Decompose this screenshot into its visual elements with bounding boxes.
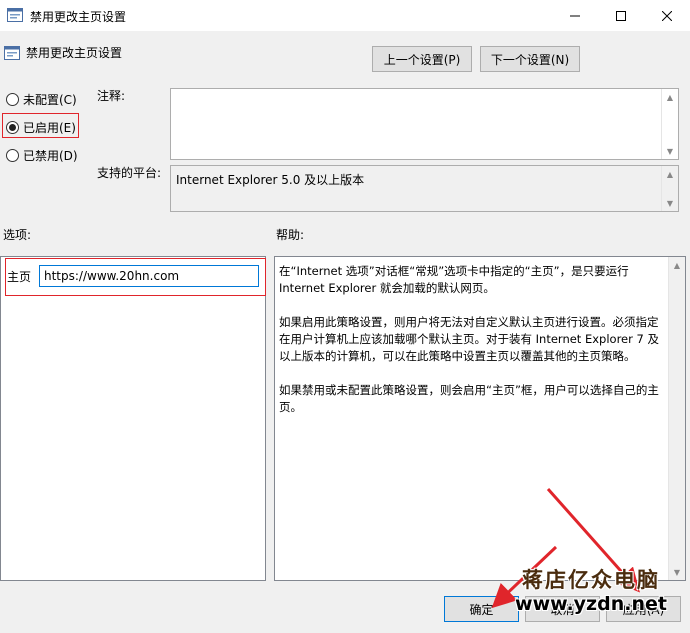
scroll-up-icon[interactable]: ▲	[662, 166, 678, 182]
radio-circle-selected[interactable]	[6, 120, 19, 134]
cancel-button[interactable]: 取消	[525, 596, 600, 622]
close-button[interactable]	[644, 0, 690, 31]
help-scrollbar[interactable]: ▲ ▼	[668, 257, 685, 580]
home-page-highlight-box	[5, 258, 266, 296]
scroll-down-icon[interactable]: ▼	[662, 143, 678, 159]
close-icon	[662, 10, 672, 21]
next-setting-button[interactable]: 下一个设置(N)	[480, 46, 580, 72]
radio-circle[interactable]	[6, 92, 19, 106]
minimize-icon	[570, 15, 580, 16]
ok-button[interactable]: 确定	[444, 596, 519, 622]
radio-disabled[interactable]: 已禁用(D)	[6, 145, 78, 165]
setting-title: 禁用更改主页设置	[26, 46, 123, 60]
help-paragraph: 在“Internet 选项”对话框“常规”选项卡中指定的“主页”，是只要运行 I…	[279, 264, 629, 295]
radio-enabled[interactable]: 已启用(E)	[6, 117, 76, 137]
radio-label: 已启用(E)	[23, 120, 76, 135]
platform-scrollbar[interactable]: ▲ ▼	[661, 166, 678, 211]
options-label: 选项:	[3, 228, 32, 242]
scroll-up-icon[interactable]: ▲	[669, 257, 685, 273]
scroll-down-icon[interactable]: ▼	[669, 564, 685, 580]
help-text: 在“Internet 选项”对话框“常规”选项卡中指定的“主页”，是只要运行 I…	[279, 263, 665, 433]
previous-setting-button[interactable]: 上一个设置(P)	[372, 46, 472, 72]
maximize-button[interactable]	[598, 0, 644, 31]
platform-label: 支持的平台:	[97, 166, 162, 180]
radio-circle[interactable]	[6, 148, 19, 162]
comment-textarea[interactable]: ▲ ▼	[170, 88, 679, 160]
maximize-icon	[616, 10, 626, 21]
help-pane: 在“Internet 选项”对话框“常规”选项卡中指定的“主页”，是只要运行 I…	[274, 256, 686, 581]
window-title: 禁用更改主页设置	[30, 10, 127, 24]
platform-field: Internet Explorer 5.0 及以上版本 ▲ ▼	[170, 165, 679, 212]
comment-label: 注释:	[97, 89, 126, 103]
minimize-button[interactable]	[552, 0, 598, 31]
radio-label: 已禁用(D)	[23, 148, 78, 163]
platform-value: Internet Explorer 5.0 及以上版本	[176, 173, 365, 187]
radio-label: 未配置(C)	[23, 92, 77, 107]
comment-scrollbar[interactable]: ▲ ▼	[661, 89, 678, 159]
options-pane	[0, 256, 266, 581]
scroll-up-icon[interactable]: ▲	[662, 89, 678, 105]
help-paragraph: 如果禁用或未配置此策略设置，则会启用“主页”框，用户可以选择自己的主页。	[279, 383, 659, 414]
radio-not-configured[interactable]: 未配置(C)	[6, 89, 77, 109]
apply-button[interactable]: 应用(A)	[606, 596, 681, 622]
policy-setting-icon	[4, 46, 20, 60]
scroll-down-icon[interactable]: ▼	[662, 195, 678, 211]
help-paragraph: 如果启用此策略设置，则用户将无法对自定义默认主页进行设置。必须指定在用户计算机上…	[279, 315, 659, 363]
policy-icon	[7, 8, 23, 22]
help-label: 帮助:	[276, 228, 305, 242]
